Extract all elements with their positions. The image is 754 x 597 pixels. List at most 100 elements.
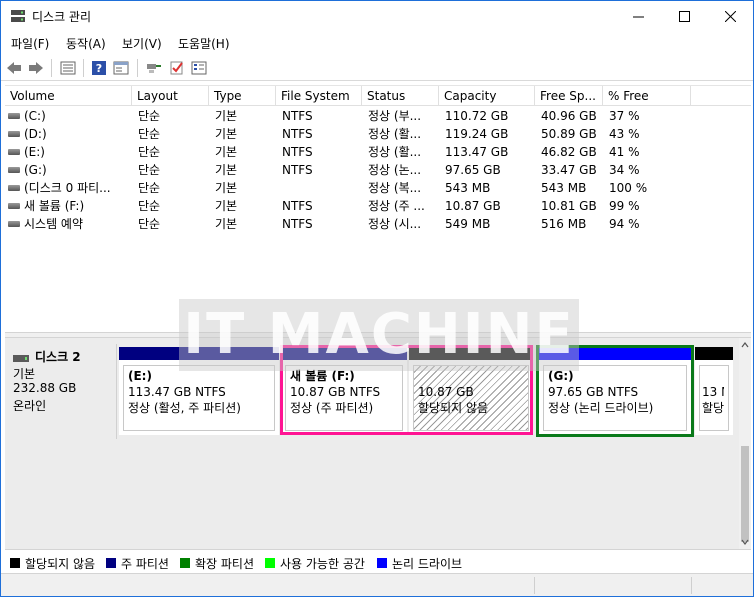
drive-icon: [8, 167, 20, 173]
table-cell: 516 MB: [541, 217, 587, 231]
table-cell: NTFS: [282, 163, 313, 177]
partition-unallocated[interactable]: 10.87 GB 할당되지 않음: [409, 347, 533, 435]
forward-icon[interactable]: [27, 59, 45, 77]
table-cell: 119.24 GB: [445, 127, 509, 141]
table-cell: 33.47 GB: [541, 163, 597, 177]
disk-type: 기본: [13, 367, 36, 381]
menu-action[interactable]: 동작(A): [66, 35, 106, 52]
menu-help[interactable]: 도움말(H): [178, 35, 230, 52]
table-row[interactable]: 새 볼륨 (F:) 단순 기본 NTFS 정상 (주 ... 10.87 GB 10.81 …: [5, 197, 751, 215]
status-separator: [691, 577, 692, 594]
partition-e[interactable]: (E:) 113.47 GB NTFS 정상 (활성, 주 파티션): [119, 347, 279, 435]
scroll-up-icon[interactable]: [741, 342, 749, 348]
column-header-file-system[interactable]: File System: [276, 86, 362, 106]
back-icon[interactable]: [5, 59, 23, 77]
disk-name: 디스크 2: [35, 350, 81, 364]
table-cell: 단순: [138, 199, 161, 213]
legend-primary-partition: 주 파티션: [106, 556, 169, 571]
table-cell: 113.47 GB: [445, 145, 509, 159]
table-cell: 정상 (복...: [368, 181, 422, 195]
maximize-button[interactable]: [661, 1, 707, 31]
legend-unallocated: 할당되지 않음: [10, 556, 95, 571]
table-cell: 46.82 GB: [541, 145, 597, 159]
partition-f[interactable]: 새 볼륨 (F:) 10.87 GB NTFS 정상 (주 파티션): [281, 347, 407, 435]
table-cell: 10.81 GB: [541, 199, 597, 213]
legend-swatch: [10, 558, 20, 568]
menu-view[interactable]: 보기(V): [122, 35, 162, 52]
minimize-button[interactable]: [615, 1, 661, 31]
table-cell: NTFS: [282, 199, 313, 213]
vertical-scrollbar[interactable]: [739, 338, 751, 549]
partition-label: (E:): [128, 369, 152, 383]
table-cell: 정상 (논...: [368, 163, 422, 177]
table-cell: 37 %: [609, 109, 640, 123]
legend-swatch: [106, 558, 116, 568]
check-icon[interactable]: [168, 59, 186, 77]
connect-icon[interactable]: [145, 59, 163, 77]
list-view-icon[interactable]: [59, 59, 77, 77]
disk-management-window: 디스크 관리 파일(F) 동작(A) 보기(V) 도움말(H) ? Volume…: [0, 0, 754, 597]
table-row[interactable]: (디스크 0 파티... 단순 기본 정상 (복... 543 MB 543 MB 100 …: [5, 179, 751, 197]
partition-status: 정상 (논리 드라이브): [548, 401, 654, 415]
settings-icon[interactable]: [190, 59, 208, 77]
column-header-status[interactable]: Status: [362, 86, 439, 106]
partition-body: 13 M 할당: [699, 365, 729, 431]
column-header-type[interactable]: Type: [209, 86, 276, 106]
table-cell: 기본: [215, 145, 238, 159]
close-button[interactable]: [707, 1, 753, 31]
table-cell: NTFS: [282, 127, 313, 141]
partition-status: 할당: [702, 401, 724, 415]
table-cell: 단순: [138, 217, 161, 231]
properties-icon[interactable]: [112, 59, 130, 77]
partition-small[interactable]: 13 M 할당: [695, 347, 733, 435]
menu-file[interactable]: 파일(F): [11, 35, 49, 52]
table-cell: 시스템 예약: [24, 217, 84, 231]
legend-swatch: [180, 558, 190, 568]
table-row[interactable]: (G:) 단순 기본 NTFS 정상 (논... 97.65 GB 33.47 GB 34 %: [5, 161, 751, 179]
legend-logical-drive: 논리 드라이브: [377, 556, 462, 571]
table-cell: 34 %: [609, 163, 640, 177]
table-cell: 40.96 GB: [541, 109, 597, 123]
table-row[interactable]: (C:) 단순 기본 NTFS 정상 (부... 110.72 GB 40.96 GB 37 …: [5, 107, 751, 125]
table-cell: (D:): [24, 127, 47, 141]
scroll-down-icon[interactable]: [741, 539, 749, 545]
column-header-capacity[interactable]: Capacity: [439, 86, 535, 106]
scrollbar-thumb[interactable]: [741, 446, 749, 542]
column-header-layout[interactable]: Layout: [132, 86, 209, 106]
table-cell: 단순: [138, 163, 161, 177]
table-cell: 94 %: [609, 217, 640, 231]
table-cell: 기본: [215, 109, 238, 123]
disk-size: 232.88 GB: [13, 381, 77, 395]
partition-body: 새 볼륨 (F:) 10.87 GB NTFS 정상 (주 파티션): [285, 365, 403, 431]
table-cell: 단순: [138, 181, 161, 195]
column-header-free-space[interactable]: Free Sp...: [535, 86, 603, 106]
table-cell: 549 MB: [445, 217, 491, 231]
table-row[interactable]: 시스템 예약 단순 기본 NTFS 정상 (시... 549 MB 516 MB 94 %: [5, 215, 751, 233]
partition-size: 113.47 GB NTFS: [128, 385, 226, 399]
toolbar: ?: [1, 55, 753, 81]
help-icon[interactable]: ?: [90, 59, 108, 77]
window-title: 디스크 관리: [32, 10, 92, 24]
table-cell: 단순: [138, 145, 161, 159]
table-cell: 10.87 GB: [445, 199, 501, 213]
table-cell: 543 MB: [445, 181, 491, 195]
table-row[interactable]: (D:) 단순 기본 NTFS 정상 (활... 119.24 GB 50.89 GB 43 …: [5, 125, 751, 143]
partition-status: 정상 (활성, 주 파티션): [128, 401, 241, 415]
table-cell: 41 %: [609, 145, 640, 159]
disk-info[interactable]: 디스크 2 기본 232.88 GB 온라인: [5, 344, 117, 439]
table-row[interactable]: (E:) 단순 기본 NTFS 정상 (활... 113.47 GB 46.82 GB 41 …: [5, 143, 751, 161]
partition-bar: [281, 347, 407, 360]
volume-list: Volume Layout Type File System Status Ca…: [5, 85, 751, 332]
drive-icon: [8, 113, 20, 119]
column-header-percent-free[interactable]: % Free: [603, 86, 691, 106]
drive-icon: [8, 131, 20, 137]
table-cell: 43 %: [609, 127, 640, 141]
table-cell: 543 MB: [541, 181, 587, 195]
table-cell: 99 %: [609, 199, 640, 213]
table-cell: 정상 (부...: [368, 109, 422, 123]
column-header-volume[interactable]: Volume: [5, 86, 132, 106]
partition-g[interactable]: (G:) 97.65 GB NTFS 정상 (논리 드라이브): [539, 347, 691, 435]
status-bar: [1, 573, 753, 596]
partition-bar: [539, 347, 691, 360]
table-cell: (E:): [24, 145, 45, 159]
